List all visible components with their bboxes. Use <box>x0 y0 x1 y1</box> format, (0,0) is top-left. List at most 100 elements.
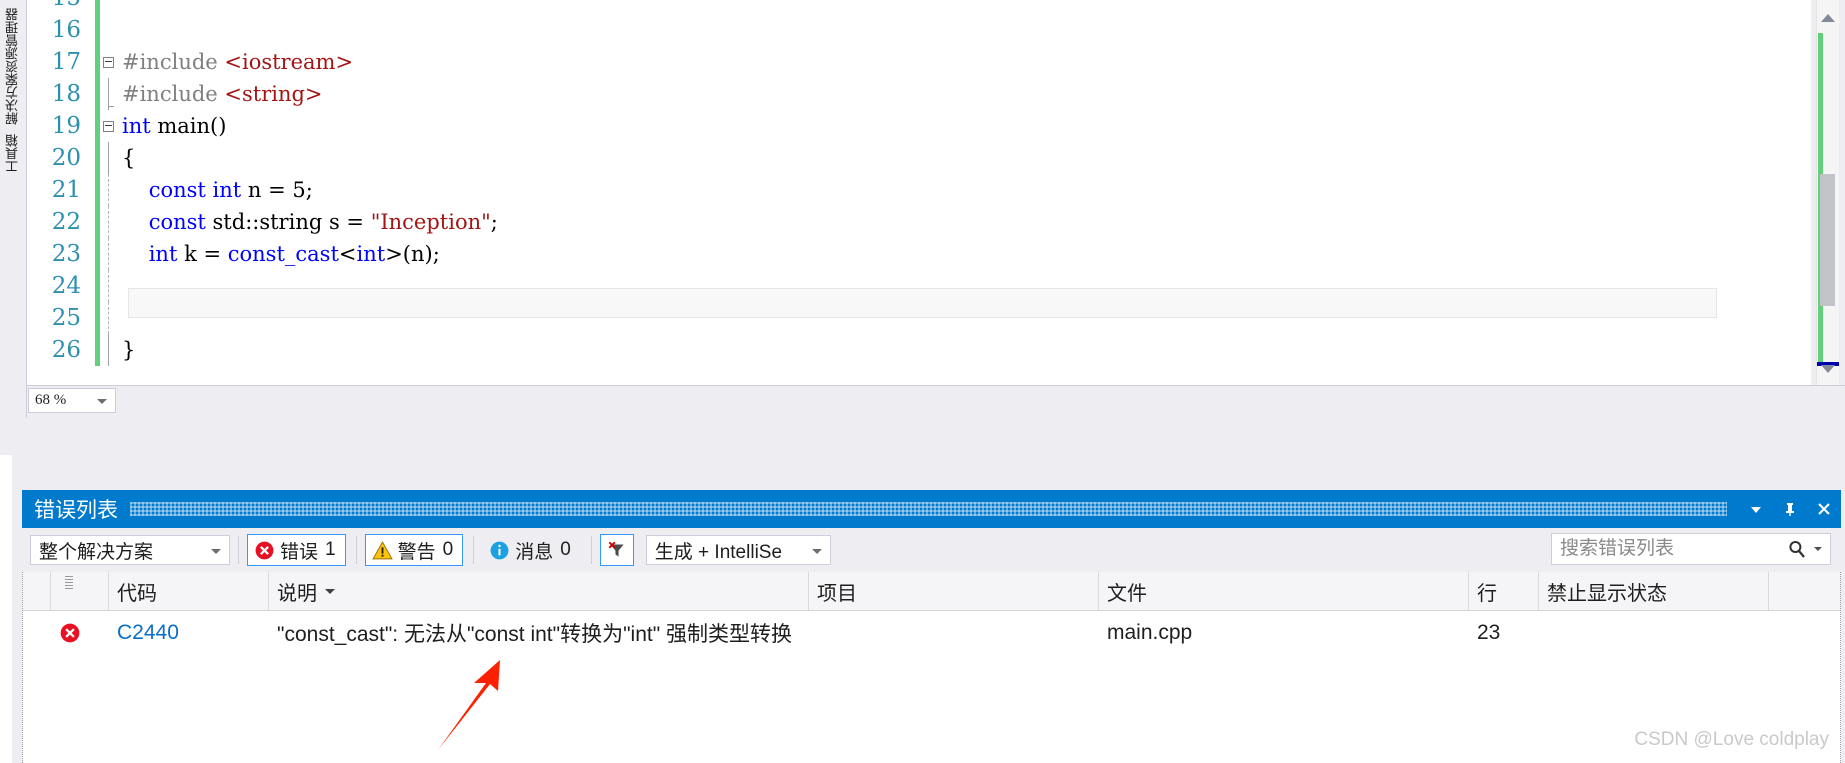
column-header[interactable]: 代码 <box>109 572 269 610</box>
build-scope-dropdown[interactable]: 生成 + IntelliSe <box>645 535 831 565</box>
code-token: #include <box>122 82 225 106</box>
code-surface[interactable]: 15 16 17 #include <iostream> 18 #include <str… <box>27 0 1783 385</box>
code-token: < <box>338 242 357 266</box>
fold-margin[interactable] <box>100 0 116 14</box>
messages-filter-toggle[interactable]: 消息 0 <box>482 534 581 566</box>
code-line[interactable]: 16 <box>27 14 1783 46</box>
code-token: <string> <box>224 82 323 106</box>
warnings-filter-toggle[interactable]: 警告 0 <box>364 534 464 566</box>
fold-margin[interactable] <box>100 270 116 302</box>
scrollbar-thumb[interactable] <box>1820 174 1835 306</box>
chevron-down-icon[interactable] <box>1814 547 1822 551</box>
fold-margin[interactable] <box>100 238 116 270</box>
zoom-level-dropdown[interactable]: 68 % <box>28 388 116 413</box>
error-list-toolbar: 整个解决方案 错误 1 警告 0 消息 0 生成 + IntelliSe 搜索错… <box>22 528 1841 572</box>
code-text: const int n = 5; <box>116 178 313 202</box>
chevron-down-icon <box>1751 507 1761 513</box>
error-code-cell[interactable]: C2440 <box>109 611 269 655</box>
fold-guide-line <box>108 334 109 366</box>
code-line[interactable]: 22 const std::string s = "Inception"; <box>27 206 1783 238</box>
search-error-list-box[interactable] <box>1551 533 1831 565</box>
warning-icon <box>371 540 393 559</box>
scroll-up-button[interactable] <box>1817 8 1839 28</box>
code-lines: 15 16 17 #include <iostream> 18 #include <str… <box>27 0 1783 366</box>
fold-margin[interactable] <box>100 142 116 174</box>
error-icon <box>255 541 274 559</box>
line-number: 16 <box>51 17 81 43</box>
grid-header-row: 代码 说明 项目 文件 行 禁止显示状态 <box>23 572 1841 611</box>
chevron-up-icon <box>1821 14 1835 22</box>
collapse-box-icon[interactable] <box>102 56 114 68</box>
panel-close-button[interactable] <box>1807 492 1841 526</box>
code-token: n = 5; <box>241 178 313 202</box>
errors-count: 1 <box>325 539 336 560</box>
code-line[interactable]: 26} <box>27 334 1783 366</box>
scroll-top-caret <box>1811 0 1833 4</box>
column-header[interactable] <box>51 572 109 610</box>
messages-filter-label: 消息 <box>515 541 554 563</box>
pin-icon <box>1786 503 1794 516</box>
error-list-panel: 错误列表 整个解决方案 错误 1 警告 0 消息 0 生成 + IntelliS… <box>12 418 1845 763</box>
code-line[interactable]: 18 #include <string> <box>27 78 1783 110</box>
scroll-down-button[interactable] <box>1817 359 1839 379</box>
column-header[interactable]: 项目 <box>809 572 1099 610</box>
code-line[interactable]: 21 const int n = 5; <box>27 174 1783 206</box>
suppression-state-cell <box>1539 611 1769 655</box>
code-token: int <box>356 242 386 266</box>
vertical-tab-toolbox[interactable]: 工具箱 <box>0 128 26 179</box>
fold-margin[interactable] <box>100 174 116 206</box>
search-input[interactable] <box>1552 537 1767 561</box>
fold-margin[interactable] <box>100 110 116 142</box>
watermark: CSDN @Love coldplay <box>1634 729 1829 750</box>
panel-pin-button[interactable] <box>1773 492 1807 526</box>
column-header[interactable]: 文件 <box>1099 572 1469 610</box>
code-editor[interactable]: 15 16 17 #include <iostream> 18 #include <str… <box>27 0 1845 385</box>
fold-margin[interactable] <box>100 46 116 78</box>
line-number: 21 <box>51 177 81 203</box>
line-number-cell: 23 <box>1477 621 1501 644</box>
code-line[interactable]: 17 #include <iostream> <box>27 46 1783 78</box>
fold-guide-line <box>108 142 109 174</box>
column-header[interactable]: 行 <box>1469 572 1539 610</box>
column-header[interactable]: 说明 <box>269 572 809 610</box>
build-scope-value: 生成 + IntelliSe <box>654 541 783 563</box>
fold-guide-line <box>108 174 110 206</box>
code-line[interactable]: 25 <box>27 302 1783 334</box>
line-number: 23 <box>51 241 81 267</box>
editor-vertical-scrollbar[interactable] <box>1816 0 1839 385</box>
clear-filter-button[interactable] <box>599 534 634 566</box>
fold-margin[interactable] <box>100 78 116 110</box>
table-row[interactable]: C2440 "const_cast": 无法从"const int"转换为"int… <box>23 611 1841 655</box>
code-line[interactable]: 24 <box>27 270 1783 302</box>
zoom-level-value: 68 % <box>35 392 67 408</box>
code-token: const int <box>148 178 242 202</box>
code-line[interactable]: 20 { <box>27 142 1783 174</box>
fold-margin[interactable] <box>100 334 116 366</box>
code-token: { <box>122 146 136 170</box>
column-header[interactable] <box>23 572 51 610</box>
code-line[interactable]: 15 <box>27 0 1783 14</box>
vertical-tab-solution-explorer[interactable]: 解决方案资源管理器 <box>0 2 26 131</box>
drag-dots[interactable] <box>130 502 1727 516</box>
error-list-grid[interactable]: 代码 说明 项目 文件 行 禁止显示状态 C2440 "const_cast": 无法从"c… <box>22 572 1841 763</box>
search-icon[interactable] <box>1787 539 1807 559</box>
fold-margin[interactable] <box>100 302 116 334</box>
editor-scrollbar-track[interactable] <box>1811 0 1845 385</box>
code-token: >(n); <box>385 242 440 266</box>
fold-margin[interactable] <box>100 14 116 46</box>
scope-dropdown[interactable]: 整个解决方案 <box>30 535 230 565</box>
warnings-count: 0 <box>442 539 454 560</box>
code-token: const <box>148 210 206 234</box>
fold-margin[interactable] <box>100 206 116 238</box>
column-header[interactable]: 禁止显示状态 <box>1539 572 1769 610</box>
collapse-box-icon[interactable] <box>102 120 114 132</box>
scope-dropdown-value: 整个解决方案 <box>39 541 154 563</box>
column-header-label: 项目 <box>817 582 857 605</box>
panel-menu-button[interactable] <box>1739 492 1773 526</box>
project-cell <box>809 611 1099 655</box>
code-line[interactable]: 19 int main() <box>27 110 1783 142</box>
code-line[interactable]: 23 int k = const_cast<int>(n); <box>27 238 1783 270</box>
code-token: k = <box>177 242 228 266</box>
errors-filter-toggle[interactable]: 错误 1 <box>247 534 346 566</box>
